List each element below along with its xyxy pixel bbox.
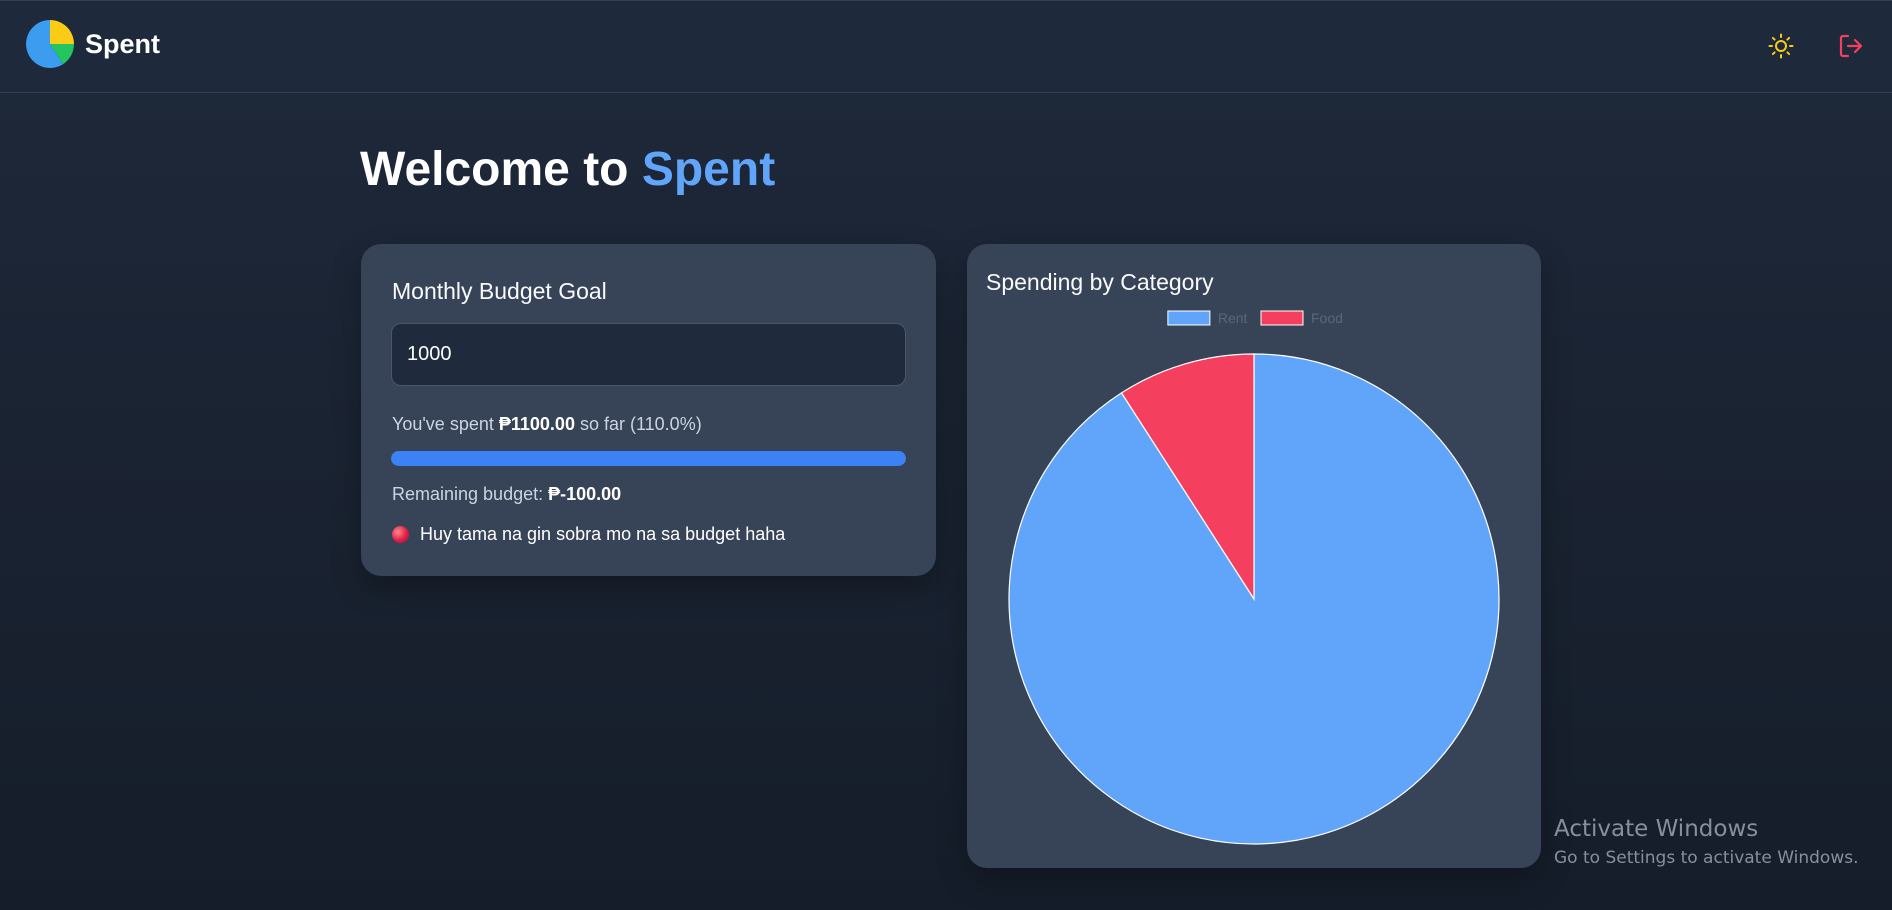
spent-amount: ₱1100.00 — [498, 414, 575, 434]
chart-card: Spending by Category Rent Food — [967, 244, 1541, 868]
spent-prefix: You've spent — [392, 414, 494, 434]
legend-swatch-food[interactable] — [1260, 310, 1304, 326]
theme-toggle-button[interactable] — [1764, 29, 1798, 63]
logout-icon — [1839, 34, 1863, 58]
legend-label-food[interactable]: Food — [1311, 310, 1343, 326]
budget-progress-bar — [391, 451, 906, 466]
top-navbar: Spent — [0, 0, 1892, 93]
welcome-brand: Spent — [641, 143, 776, 196]
windows-activation-watermark: Activate Windows Go to Settings to activ… — [1554, 816, 1859, 868]
brand-name: Spent — [85, 28, 161, 59]
budget-progress-fill — [391, 451, 906, 466]
logout-button[interactable] — [1834, 29, 1868, 63]
welcome-prefix: Welcome to — [360, 143, 629, 196]
brand[interactable]: Spent — [24, 18, 160, 70]
budget-goal-input[interactable] — [391, 323, 906, 386]
budget-heading: Monthly Budget Goal — [392, 278, 607, 304]
spent-suffix: so far (110.0%) — [579, 414, 702, 434]
remaining-summary: Remaining budget: ₱-100.00 — [392, 484, 621, 505]
pie-chart-logo-icon — [26, 20, 75, 68]
legend-label-rent[interactable]: Rent — [1218, 310, 1248, 326]
budget-card: Monthly Budget Goal You've spent ₱1100.0… — [361, 244, 936, 576]
watermark-title: Activate Windows — [1554, 816, 1759, 842]
watermark-subtitle: Go to Settings to activate Windows. — [1554, 848, 1859, 868]
red-circle-icon — [392, 526, 409, 543]
spent-summary: You've spent ₱1100.00 so far (110.0%) — [392, 414, 702, 435]
warning-text: Huy tama na gin sobra mo na sa budget ha… — [420, 524, 786, 544]
page-title: Welcome to Spent — [360, 142, 775, 197]
sun-icon — [1768, 33, 1794, 59]
remaining-label: Remaining budget: — [392, 484, 544, 504]
legend-swatch-rent[interactable] — [1167, 310, 1211, 326]
remaining-amount: ₱-100.00 — [548, 484, 622, 504]
budget-warning: Huy tama na gin sobra mo na sa budget ha… — [392, 524, 785, 545]
pie-chart: Rent Food — [1008, 310, 1500, 845]
